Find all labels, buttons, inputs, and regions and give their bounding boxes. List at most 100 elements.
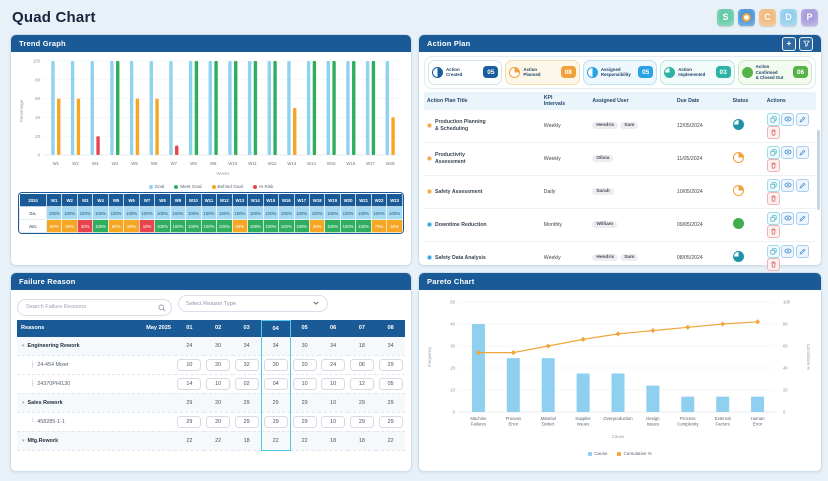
actual-cell: 100%: [263, 220, 278, 233]
value-input[interactable]: 10: [206, 378, 230, 390]
week-header: W22: [371, 194, 386, 207]
copy-button[interactable]: [767, 245, 780, 258]
delete-button[interactable]: [767, 258, 780, 271]
value-input[interactable]: 30: [264, 359, 288, 371]
action-plan-row[interactable]: Downtime ReductionMonthlyWilliam09/05/20…: [424, 208, 816, 241]
value-input[interactable]: 20: [206, 416, 230, 428]
view-button[interactable]: [781, 146, 794, 159]
goal-cell: 100%: [186, 207, 201, 220]
reason-value-cell: 22: [290, 431, 319, 450]
action-status-chip[interactable]: Action Implemented03: [660, 60, 734, 85]
reason-type-select[interactable]: Select Reason Type: [178, 295, 328, 312]
value-input[interactable]: 29: [293, 416, 317, 428]
failure-reason-row[interactable]: ├24370PHI1301410020410101205: [17, 374, 405, 393]
failure-reason-row[interactable]: ├24-454 Mixer1020323020240629: [17, 355, 405, 374]
legend-item: Meet Goal: [174, 184, 201, 189]
reason-value-cell: 02: [233, 374, 262, 393]
expand-caret-icon[interactable]: ▾: [22, 400, 25, 406]
value-input[interactable]: 10: [321, 416, 345, 428]
view-button[interactable]: [781, 212, 794, 225]
add-action-button[interactable]: +: [782, 37, 796, 51]
value-input[interactable]: 29: [264, 416, 288, 428]
value-input[interactable]: 10: [321, 378, 345, 390]
filter-button[interactable]: [799, 37, 813, 51]
value-input[interactable]: 32: [235, 359, 259, 371]
reason-name-cell: ▾Mfg.Rework: [17, 431, 175, 450]
value-input[interactable]: 10: [177, 359, 201, 371]
delete-button[interactable]: [767, 159, 780, 172]
weekly-goal-actual-table: 2024W1W2W3W4W5W6W7W8W9W10W11W12W13W14W15…: [19, 193, 403, 233]
value-input[interactable]: 04: [264, 378, 288, 390]
action-plan-row[interactable]: Safety Data AnalysisWeeklyHendrixSam08/0…: [424, 241, 816, 274]
reason-value-cell: 18: [348, 431, 377, 450]
edit-button[interactable]: [796, 245, 809, 258]
copy-button[interactable]: [767, 146, 780, 159]
svg-text:W13: W13: [287, 161, 296, 166]
value-input[interactable]: 29: [379, 416, 403, 428]
reason-value-cell: 29: [376, 355, 405, 374]
svg-text:HumanError: HumanError: [751, 416, 765, 426]
trend-graph-header: Trend Graph: [11, 35, 411, 52]
expand-caret-icon[interactable]: ▾: [22, 438, 25, 444]
action-status-chip[interactable]: Action Confirmed & Closed Out06: [738, 60, 812, 85]
week-header: W4: [93, 194, 108, 207]
action-plan-row[interactable]: Productivity AssessmentWeeklyOlivia11/05…: [424, 142, 816, 175]
value-input[interactable]: 20: [293, 359, 317, 371]
edit-button[interactable]: [796, 212, 809, 225]
value-input[interactable]: 12: [350, 378, 374, 390]
action-status-chip[interactable]: Action Created05: [428, 60, 502, 85]
delete-button[interactable]: [767, 225, 780, 238]
safety-icon[interactable]: S: [717, 9, 734, 26]
copy-button[interactable]: [767, 179, 780, 192]
edit-button[interactable]: [796, 179, 809, 192]
quality-icon[interactable]: [738, 9, 755, 26]
value-input[interactable]: 29: [177, 416, 201, 428]
reason-value-cell: 04: [261, 374, 290, 393]
value-input[interactable]: 29: [235, 416, 259, 428]
value-input[interactable]: 14: [177, 378, 201, 390]
failure-reason-row[interactable]: ▾Engineering Rework2430343430341834: [17, 337, 405, 356]
view-button[interactable]: [781, 179, 794, 192]
value-input[interactable]: 20: [206, 359, 230, 371]
value-input[interactable]: 29: [350, 416, 374, 428]
week-header: W10: [186, 194, 201, 207]
pareto-legend: CauseCumulative %: [423, 451, 817, 456]
chip-label: Action Confirmed & Closed Out: [756, 64, 790, 81]
vertical-scrollbar[interactable]: [817, 130, 820, 210]
view-button[interactable]: [781, 245, 794, 258]
action-title: Production Planning & Scheduling: [435, 119, 486, 132]
day-column-header: 08: [376, 320, 405, 337]
cost-icon[interactable]: C: [759, 9, 776, 26]
search-input[interactable]: [17, 299, 172, 316]
value-input[interactable]: 05: [379, 378, 403, 390]
value-input[interactable]: 02: [235, 378, 259, 390]
view-button[interactable]: [781, 113, 794, 126]
copy-button[interactable]: [767, 212, 780, 225]
action-plan-title: Action Plan: [427, 39, 470, 48]
action-plan-row[interactable]: Production Planning & SchedulingWeeklyHe…: [424, 110, 816, 143]
edit-button[interactable]: [796, 113, 809, 126]
failure-reason-row[interactable]: ▾Mfg.Rework2222182222181822: [17, 431, 405, 450]
progress-pie-icon: [509, 67, 520, 78]
delete-button[interactable]: [767, 192, 780, 205]
value-input[interactable]: 29: [379, 359, 403, 371]
failure-reason-row[interactable]: └458285-1-12920292929102929: [17, 412, 405, 431]
value-input[interactable]: 24: [321, 359, 345, 371]
expand-caret-icon[interactable]: ▾: [22, 343, 25, 349]
pareto-chart-body: 01020304050020406080100FrequencyCumulati…: [419, 290, 821, 456]
action-status-chip[interactable]: Assigned Responsibility05: [583, 60, 657, 85]
copy-button[interactable]: [767, 113, 780, 126]
delivery-icon[interactable]: D: [780, 9, 797, 26]
action-plan-row[interactable]: Safety AssessmentDailySarah10/05/2024: [424, 175, 816, 208]
value-input[interactable]: 10: [293, 378, 317, 390]
failure-reason-row[interactable]: ▾Sales Rework2920292929102929: [17, 393, 405, 412]
edit-button[interactable]: [796, 146, 809, 159]
people-icon[interactable]: P: [801, 9, 818, 26]
due-date: 08/05/2024: [674, 241, 730, 274]
day-column-header: 05: [290, 320, 319, 337]
value-input[interactable]: 06: [350, 359, 374, 371]
action-status-chip[interactable]: Action Planned08: [505, 60, 579, 85]
progress-pie-icon: [733, 152, 744, 163]
user-chip: William: [592, 221, 617, 228]
delete-button[interactable]: [767, 126, 780, 139]
